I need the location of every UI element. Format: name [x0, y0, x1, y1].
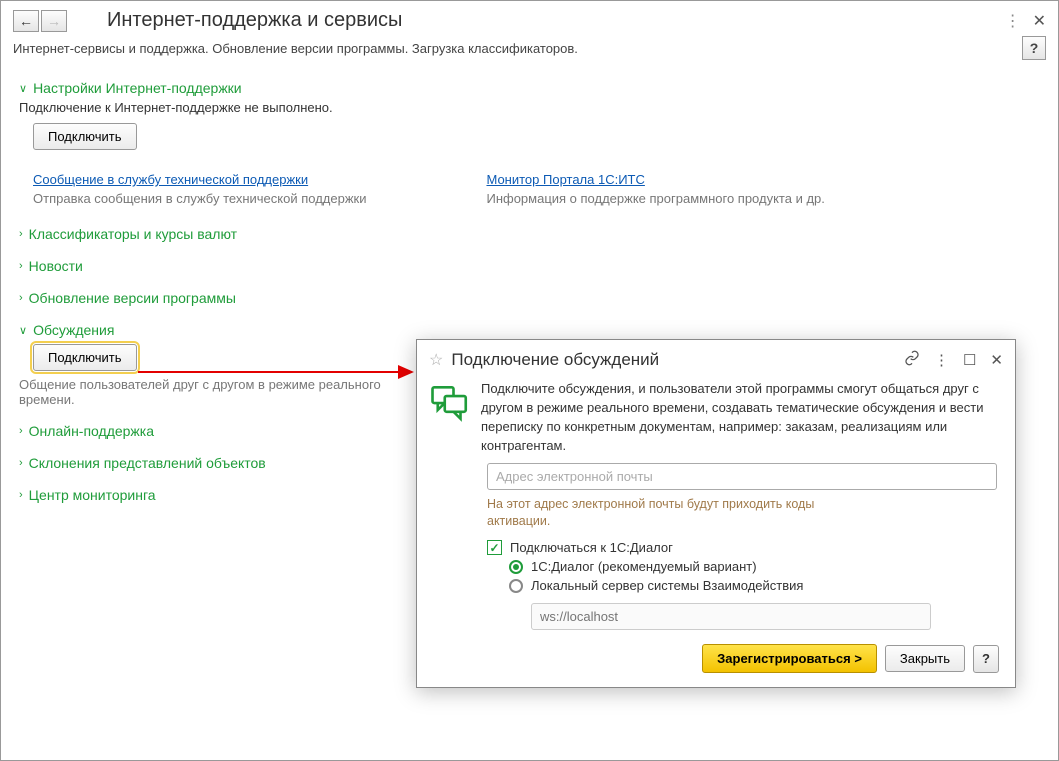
- register-button[interactable]: Зарегистрироваться >: [702, 644, 877, 673]
- radio-local-server[interactable]: Локальный сервер системы Взаимодействия: [509, 578, 997, 593]
- annotation-arrow-head: [398, 365, 414, 379]
- chevron-right-icon: ›: [19, 489, 23, 501]
- connect-discussions-dialog: ☆ Подключение обсуждений ⋮ ☐ ✕ Подключит…: [416, 339, 1016, 688]
- discussion-icon: [429, 382, 471, 455]
- chevron-right-icon: ›: [19, 260, 23, 272]
- dialog-body-text: Подключите обсуждения, и пользователи эт…: [481, 380, 999, 455]
- monitor-portal-desc: Информация о поддержке программного прод…: [486, 191, 824, 206]
- page-subtitle: Интернет-сервисы и поддержка. Обновление…: [13, 41, 578, 56]
- discussions-desc: Общение пользователей друг с другом в ре…: [19, 377, 399, 407]
- dialog-menu-icon[interactable]: ⋮: [934, 351, 949, 369]
- section-internet-support[interactable]: ∨ Настройки Интернет-поддержки: [19, 80, 1040, 96]
- maximize-icon[interactable]: ☐: [963, 351, 976, 369]
- chevron-right-icon: ›: [19, 292, 23, 304]
- link-icon[interactable]: [904, 350, 920, 370]
- back-button[interactable]: ←: [13, 10, 39, 32]
- section-update[interactable]: › Обновление версии программы: [19, 290, 1040, 306]
- chevron-right-icon: ›: [19, 457, 23, 469]
- annotation-arrow: [138, 371, 404, 373]
- connect-button[interactable]: Подключить: [33, 123, 137, 150]
- chevron-right-icon: ›: [19, 228, 23, 240]
- email-input[interactable]: [487, 463, 997, 490]
- favorite-icon[interactable]: ☆: [429, 350, 443, 370]
- help-button[interactable]: ?: [1022, 36, 1046, 60]
- connection-status: Подключение к Интернет-поддержке не выпо…: [19, 100, 1040, 115]
- chevron-down-icon: ∨: [19, 324, 27, 337]
- section-news[interactable]: › Новости: [19, 258, 1040, 274]
- section-classifiers[interactable]: › Классификаторы и курсы валют: [19, 226, 1040, 242]
- dialog-help-button[interactable]: ?: [973, 645, 999, 673]
- discussions-connect-button[interactable]: Подключить: [33, 344, 137, 371]
- support-message-desc: Отправка сообщения в службу технической …: [33, 191, 366, 206]
- monitor-portal-link[interactable]: Монитор Портала 1С:ИТС: [486, 172, 824, 187]
- email-hint: На этот адрес электронной почты будут пр…: [487, 496, 847, 530]
- menu-icon[interactable]: ⋮: [1005, 11, 1019, 31]
- local-server-input: [531, 603, 931, 630]
- radio-selected-icon: [509, 560, 523, 574]
- section-discussions[interactable]: ∨ Обсуждения: [19, 322, 1040, 338]
- dialog-title: Подключение обсуждений: [451, 350, 896, 370]
- support-message-link[interactable]: Сообщение в службу технической поддержки: [33, 172, 366, 187]
- forward-button[interactable]: →: [41, 10, 67, 32]
- close-icon[interactable]: ✕: [1033, 11, 1046, 31]
- radio-unselected-icon: [509, 579, 523, 593]
- checkbox-icon: ✓: [487, 540, 502, 555]
- dialog-close-icon[interactable]: ✕: [990, 351, 1003, 369]
- connect-1c-dialog-checkbox[interactable]: ✓ Подключаться к 1С:Диалог: [487, 540, 997, 555]
- dialog-close-button[interactable]: Закрыть: [885, 645, 965, 672]
- radio-1c-dialog[interactable]: 1С:Диалог (рекомендуемый вариант): [509, 559, 997, 574]
- chevron-down-icon: ∨: [19, 82, 27, 95]
- page-title: Интернет-поддержка и сервисы: [107, 9, 402, 32]
- chevron-right-icon: ›: [19, 425, 23, 437]
